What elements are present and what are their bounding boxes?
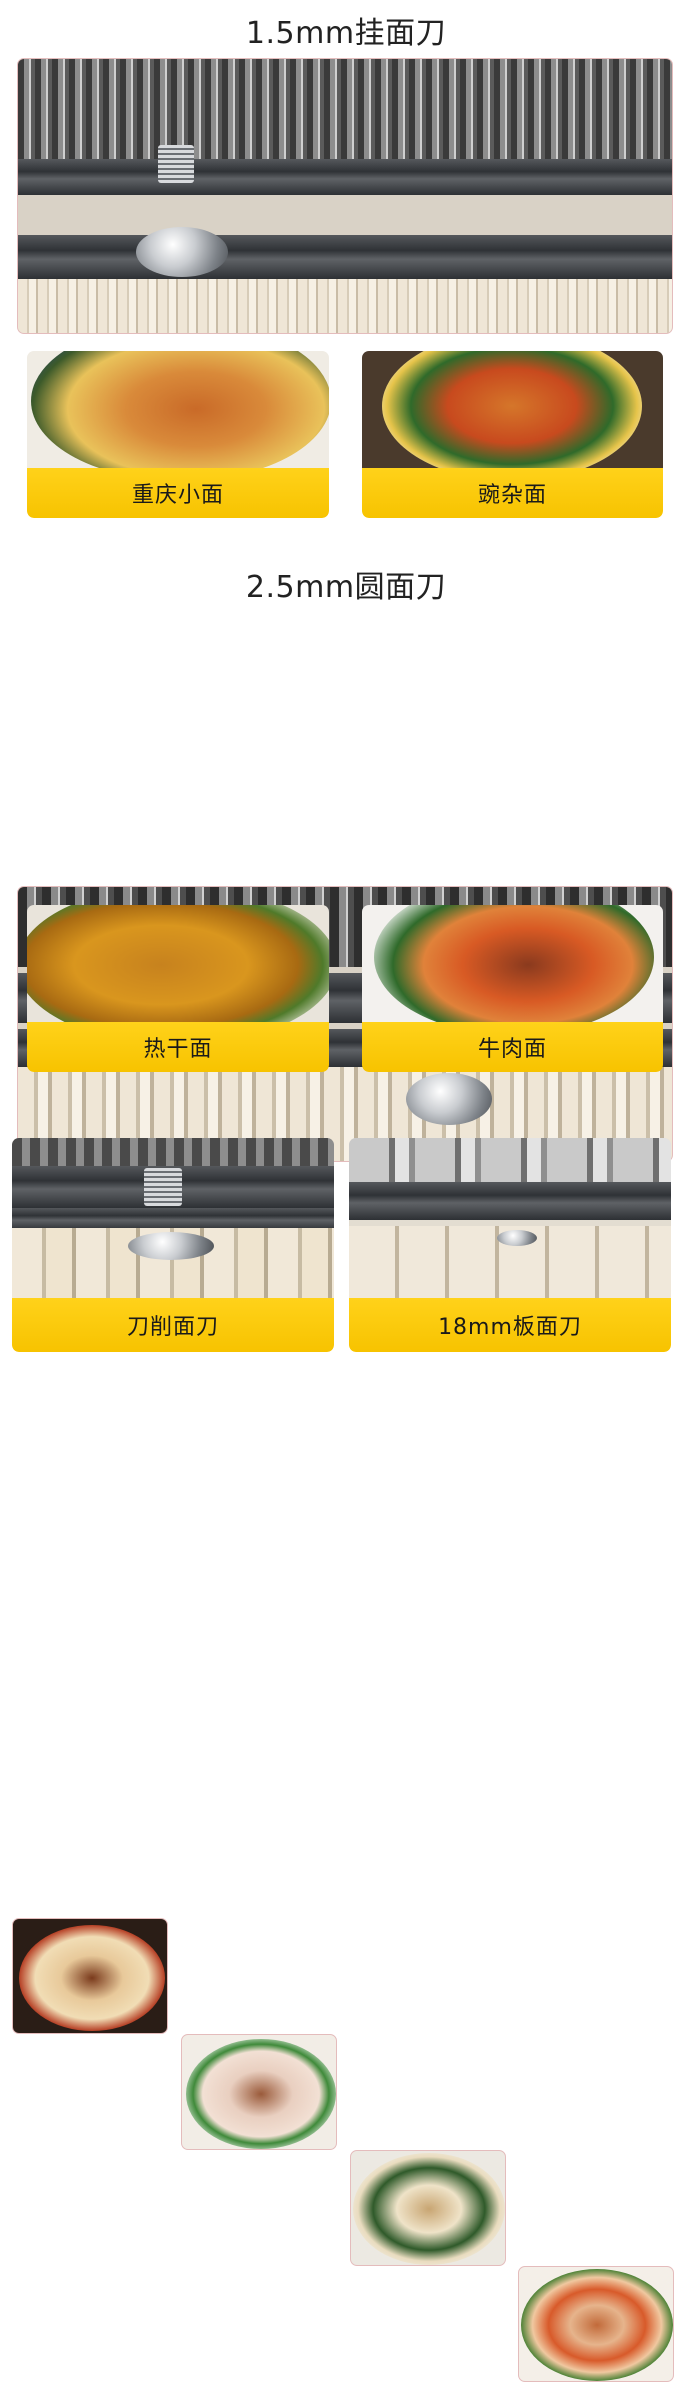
dish-label-reganmian: 热干面	[27, 1022, 329, 1072]
section-2-title: 2.5mm圆面刀	[245, 570, 447, 605]
dish-photo-reganmian	[27, 905, 329, 1022]
dish-photo-wanza	[362, 351, 663, 468]
dish-card-wanza: 豌杂面	[362, 351, 663, 518]
food-photo-3	[350, 2150, 506, 2266]
dish-label-chongqing: 重庆小面	[27, 468, 329, 518]
dish-label-niuroumian: 牛肉面	[362, 1022, 663, 1072]
food-photo-2	[181, 2034, 337, 2150]
food-photo-4	[518, 2266, 674, 2382]
dish-photo-niuroumian	[362, 905, 663, 1022]
blade-label-banmian: 18mm板面刀	[349, 1298, 671, 1352]
blade-card-banmian: 18mm板面刀	[349, 1138, 671, 1352]
dish-card-chongqing: 重庆小面	[27, 351, 329, 518]
blade-label-daoxiao: 刀削面刀	[12, 1298, 334, 1352]
dish-photo-chongqing	[27, 351, 329, 468]
dish-card-reganmian: 热干面	[27, 905, 329, 1072]
blade-photo-daoxiao	[12, 1138, 334, 1298]
food-photo-1	[12, 1918, 168, 2034]
section-1-title: 1.5mm挂面刀	[245, 16, 447, 51]
blade-card-daoxiao: 刀削面刀	[12, 1138, 334, 1352]
dish-label-wanza: 豌杂面	[362, 468, 663, 518]
dish-card-niuroumian: 牛肉面	[362, 905, 663, 1072]
section-1-blade-photo	[17, 58, 673, 334]
blade-photo-banmian	[349, 1138, 671, 1298]
